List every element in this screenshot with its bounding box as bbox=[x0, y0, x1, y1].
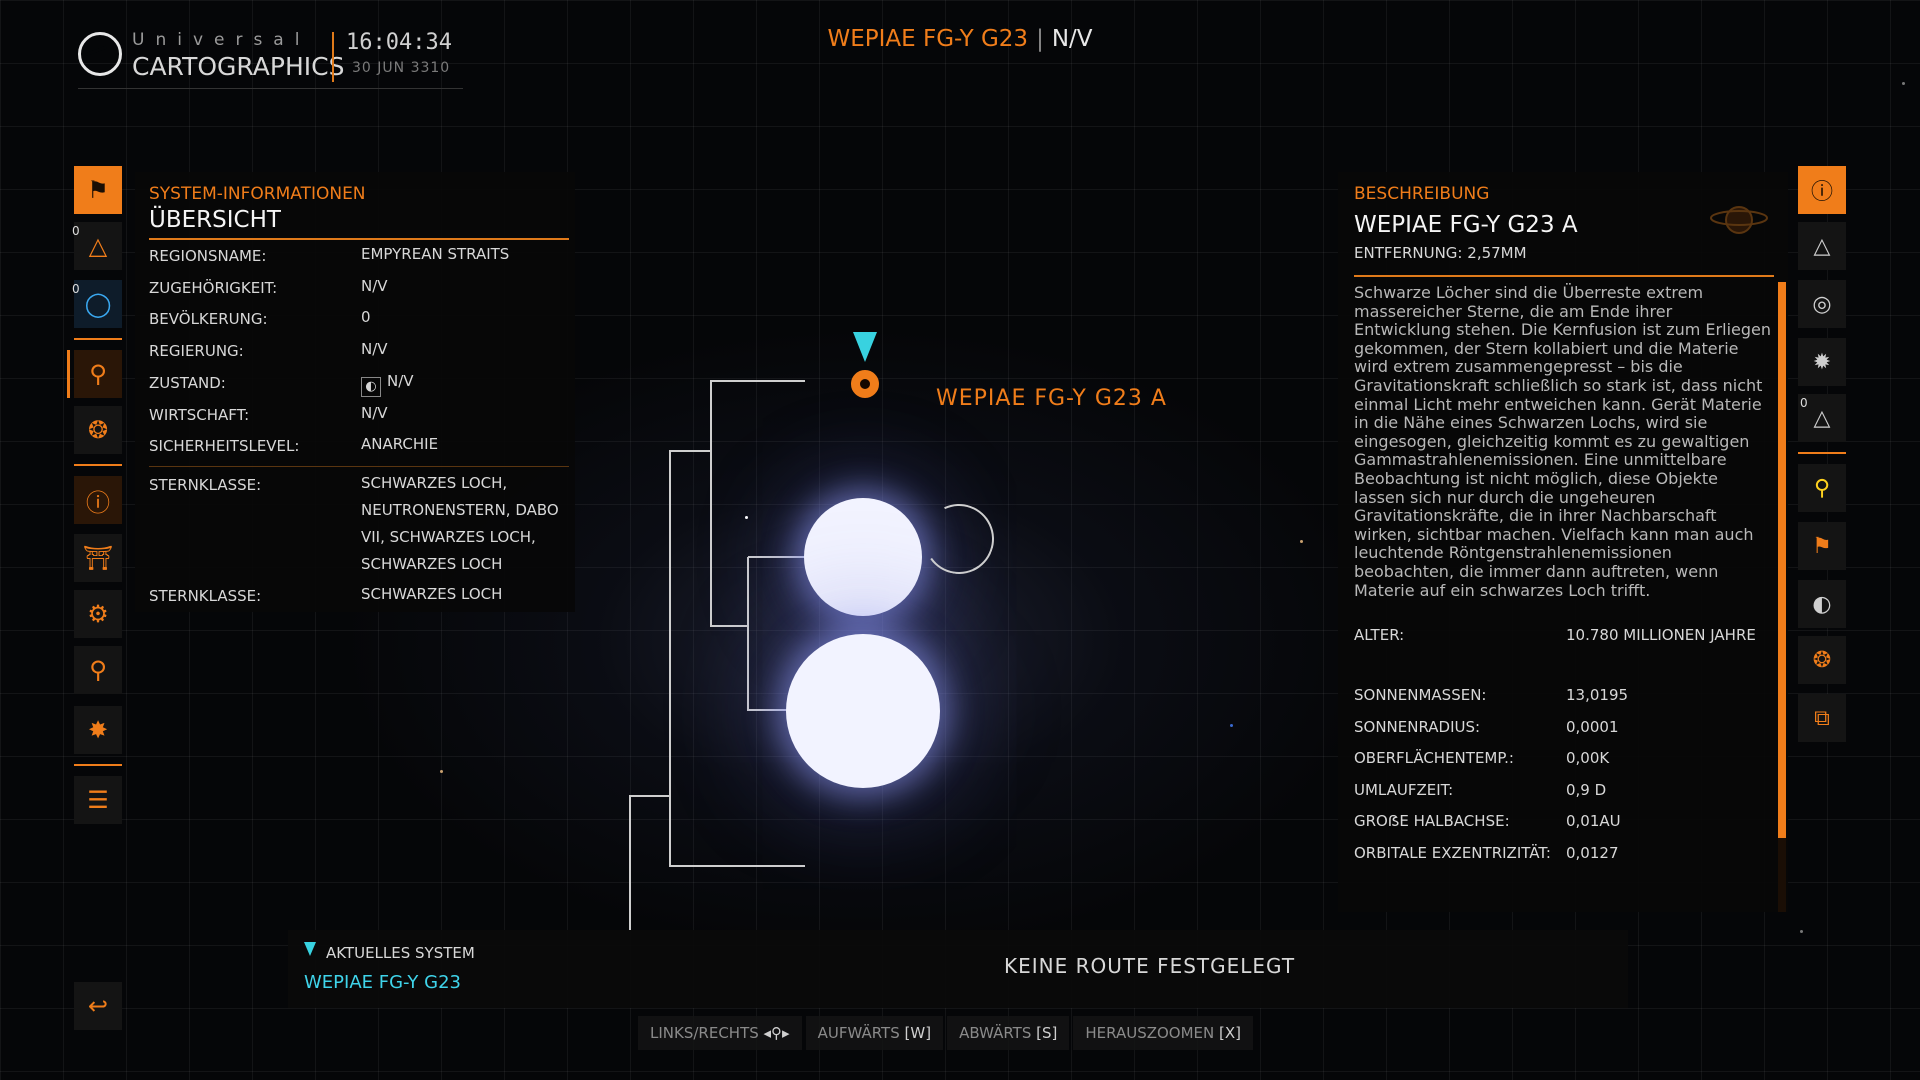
panel-title-underline bbox=[1354, 275, 1774, 277]
distance-label: ENTFERNUNG: bbox=[1354, 244, 1463, 262]
location-pin-icon bbox=[853, 332, 877, 362]
current-system-pin-icon bbox=[304, 942, 316, 956]
control-key: [W] bbox=[904, 1024, 932, 1042]
control-hint-zoom-out[interactable]: HERAUSZOOMEN [X] bbox=[1073, 1016, 1254, 1050]
control-hints: LINKS/RECHTS ◂⚲▸ AUFWÄRTS [W] ABWÄRTS [S… bbox=[638, 1016, 1257, 1050]
control-hint-up[interactable]: AUFWÄRTS [W] bbox=[805, 1016, 944, 1050]
panel-category: BESCHREIBUNG bbox=[1354, 184, 1490, 204]
detail-label: SONNENMASSEN: bbox=[1354, 686, 1487, 704]
landing-count: 0 bbox=[1800, 396, 1808, 410]
orbit-icon[interactable]: ◎ bbox=[1798, 280, 1846, 328]
cluster-icon[interactable]: ❂ bbox=[1798, 636, 1846, 684]
tree-branch bbox=[669, 450, 805, 867]
ring-icon[interactable]: ✹ bbox=[1798, 338, 1846, 386]
selected-body-dot bbox=[851, 370, 879, 398]
tree-branch bbox=[629, 795, 670, 930]
detail-label: ALTER: bbox=[1354, 626, 1405, 644]
control-hint-down[interactable]: ABWÄRTS [S] bbox=[947, 1016, 1070, 1050]
black-hole-body-a[interactable] bbox=[804, 498, 922, 616]
detail-label: SONNENRADIUS: bbox=[1354, 718, 1481, 736]
current-system-label: AKTUELLES SYSTEM bbox=[326, 944, 475, 962]
route-bar: AKTUELLES SYSTEM WEPIAE FG-Y G23 KEINE R… bbox=[288, 930, 1628, 1008]
current-location-marker[interactable] bbox=[850, 332, 880, 398]
control-key: [S] bbox=[1036, 1024, 1058, 1042]
detail-value: 0,00K bbox=[1566, 749, 1610, 767]
ringed-body-icon bbox=[1710, 206, 1768, 234]
detail-value: 13,0195 bbox=[1566, 686, 1629, 704]
control-label: AUFWÄRTS bbox=[817, 1024, 900, 1042]
body-description-text: Schwarze Löcher sind die Überreste extre… bbox=[1354, 283, 1771, 600]
detail-label: UMLAUFZEIT: bbox=[1354, 781, 1454, 799]
current-system-name[interactable]: WEPIAE FG-Y G23 bbox=[304, 972, 461, 993]
control-label: HERAUSZOOMEN bbox=[1085, 1024, 1215, 1042]
route-status: KEINE ROUTE FESTGELEGT bbox=[1004, 954, 1296, 978]
control-key: ◂⚲▸ bbox=[763, 1024, 790, 1042]
info-scan-icon[interactable]: ⓘ bbox=[1798, 166, 1846, 214]
selected-body-label: WEPIAE FG-Y G23 A bbox=[936, 386, 1167, 411]
detail-label: GROẞE HALBACHSE: bbox=[1354, 812, 1510, 830]
yellow-pin-icon[interactable]: ⚲ bbox=[1798, 464, 1846, 512]
moon-icon[interactable]: ◐ bbox=[1798, 580, 1846, 628]
detail-value: 0,9 D bbox=[1566, 781, 1607, 799]
landable-icon[interactable]: △ bbox=[1798, 222, 1846, 270]
tree-branch bbox=[710, 380, 805, 627]
description-scrollbar-thumb[interactable] bbox=[1778, 282, 1786, 838]
control-label: LINKS/RECHTS bbox=[650, 1024, 759, 1042]
black-hole-body-b[interactable] bbox=[786, 634, 940, 788]
detail-value: 0,01AU bbox=[1566, 812, 1621, 830]
control-key: [X] bbox=[1219, 1024, 1242, 1042]
body-name: WEPIAE FG-Y G23 A bbox=[1354, 212, 1578, 238]
control-hint-left-right[interactable]: LINKS/RECHTS ◂⚲▸ bbox=[638, 1016, 802, 1050]
control-label: ABWÄRTS bbox=[959, 1024, 1032, 1042]
detail-value: 10.780 MILLIONEN JAHRE bbox=[1566, 626, 1756, 644]
body-distance: ENTFERNUNG: 2,57MM bbox=[1354, 244, 1527, 262]
detail-value: 0,0001 bbox=[1566, 718, 1619, 736]
planet-landing-icon[interactable]: 0 △ bbox=[1798, 394, 1846, 442]
copy-icon[interactable]: ⧉ bbox=[1798, 694, 1846, 742]
right-nav-divider bbox=[1798, 452, 1846, 454]
distance-value: 2,57MM bbox=[1467, 244, 1527, 262]
detail-label: OBERFLÄCHENTEMP.: bbox=[1354, 749, 1514, 767]
description-panel: BESCHREIBUNG WEPIAE FG-Y G23 A ENTFERNUN… bbox=[1338, 172, 1788, 912]
bookmark-add-icon[interactable]: ⚑ bbox=[1798, 522, 1846, 570]
detail-value: 0,0127 bbox=[1566, 844, 1619, 862]
detail-label: ORBITALE EXZENTRIZITÄT: bbox=[1354, 844, 1551, 862]
